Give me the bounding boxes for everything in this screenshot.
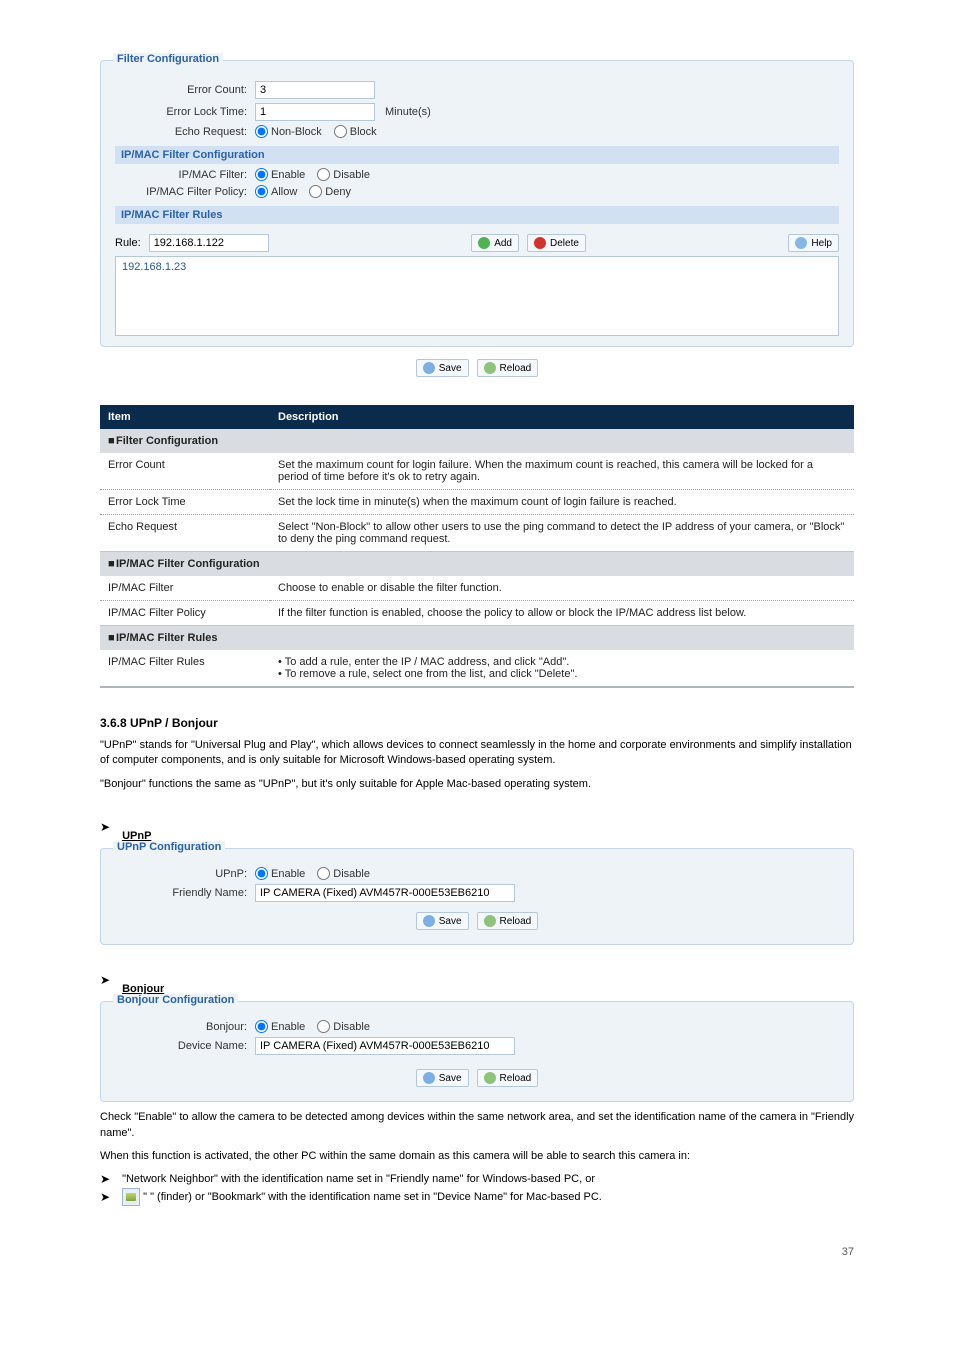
help-icon [795,237,807,249]
friendly-label: Friendly Name: [115,887,255,899]
paragraph: When this function is activated, the oth… [100,1149,854,1164]
bonjour-reload-button[interactable]: Reload [477,1069,539,1087]
upnp-label: UPnP: [115,868,255,880]
delete-icon [534,237,546,249]
reload-icon [484,1072,496,1084]
bonjour-panel: Bonjour Configuration Bonjour: Enable Di… [100,1001,854,1102]
friendly-name-input[interactable] [255,884,515,902]
ipmac-deny-radio[interactable]: Deny [309,185,351,198]
table-row: Echo RequestSelect "Non-Block" to allow … [100,515,854,552]
paragraph: Check "Enable" to allow the camera to be… [100,1110,854,1141]
bonjour-panel-title: Bonjour Configuration [113,994,238,1006]
save-icon [423,1072,435,1084]
plus-icon [478,237,490,249]
echo-nonblock-radio[interactable]: Non-Block [255,125,322,138]
device-name-input[interactable] [255,1037,515,1055]
bullet-text: " " (finder) or "Bookmark" with the iden… [143,1191,602,1203]
error-lock-label: Error Lock Time: [115,106,255,118]
rules-list[interactable]: 192.168.1.23 [115,256,839,336]
list-item[interactable]: 192.168.1.23 [122,261,832,273]
error-count-label: Error Count: [115,84,255,96]
error-lock-unit: Minute(s) [385,106,431,118]
reload-icon [484,362,496,374]
finder-icon [122,1188,140,1206]
upnp-panel: UPnP Configuration UPnP: Enable Disable … [100,848,854,945]
ipmac-policy-label: IP/MAC Filter Policy: [115,186,255,198]
upnp-enable-radio[interactable]: Enable [255,867,305,880]
table-row: IP/MAC Filter PolicyIf the filter functi… [100,601,854,626]
table-row: Error Lock TimeSet the lock time in minu… [100,490,854,515]
device-label: Device Name: [115,1040,255,1052]
upnp-reload-button[interactable]: Reload [477,912,539,930]
sec-filter: Filter Configuration [116,435,218,447]
rule-input[interactable] [149,234,269,252]
delete-button[interactable]: Delete [527,234,586,252]
error-lock-input[interactable] [255,103,375,121]
bullet-text: "Network Neighbor" with the identificati… [122,1173,595,1185]
section-heading: 3.6.8 UPnP / Bonjour [100,716,854,730]
arrow-icon: ➤ [100,820,110,834]
ipmac-rules-title: IP/MAC Filter Rules [115,206,839,224]
bonjour-disable-radio[interactable]: Disable [317,1020,370,1033]
table-row: IP/MAC FilterChoose to enable or disable… [100,576,854,601]
reload-button[interactable]: Reload [477,359,539,377]
sec-ipmac-conf: IP/MAC Filter Configuration [116,558,260,570]
arrow-icon: ➤ [100,973,110,987]
arrow-icon: ➤ [100,1190,110,1204]
help-button[interactable]: Help [788,234,839,252]
arrow-icon: ➤ [100,1172,110,1186]
paragraph: "Bonjour" functions the same as "UPnP", … [100,777,854,792]
th-desc: Description [270,405,854,429]
ipmac-filter-enable-radio[interactable]: Enable [255,168,305,181]
ipmac-filter-config-title: IP/MAC Filter Configuration [115,146,839,164]
upnp-save-button[interactable]: Save [416,912,469,930]
table-row: IP/MAC Filter Rules • To add a rule, ent… [100,650,854,687]
filter-config-title: Filter Configuration [113,53,223,65]
filter-config-panel: Filter Configuration Error Count: Error … [100,60,854,347]
add-button[interactable]: Add [471,234,519,252]
ipmac-allow-radio[interactable]: Allow [255,185,297,198]
rule-label: Rule: [115,237,141,249]
bonjour-label: Bonjour: [115,1021,255,1033]
th-item: Item [100,405,270,429]
error-count-input[interactable] [255,81,375,99]
save-icon [423,362,435,374]
save-icon [423,915,435,927]
reload-icon [484,915,496,927]
bonjour-enable-radio[interactable]: Enable [255,1020,305,1033]
echo-label: Echo Request: [115,126,255,138]
upnp-disable-radio[interactable]: Disable [317,867,370,880]
sec-ipmac-rules: IP/MAC Filter Rules [116,632,217,644]
paragraph: "UPnP" stands for "Universal Plug and Pl… [100,738,854,769]
definition-table: Item Description ■Filter Configuration E… [100,405,854,688]
table-row: Error CountSet the maximum count for log… [100,453,854,490]
echo-block-radio[interactable]: Block [334,125,377,138]
page-number: 37 [100,1246,854,1258]
ipmac-filter-label: IP/MAC Filter: [115,169,255,181]
bonjour-save-button[interactable]: Save [416,1069,469,1087]
save-button[interactable]: Save [416,359,469,377]
upnp-panel-title: UPnP Configuration [113,841,225,853]
ipmac-filter-disable-radio[interactable]: Disable [317,168,370,181]
